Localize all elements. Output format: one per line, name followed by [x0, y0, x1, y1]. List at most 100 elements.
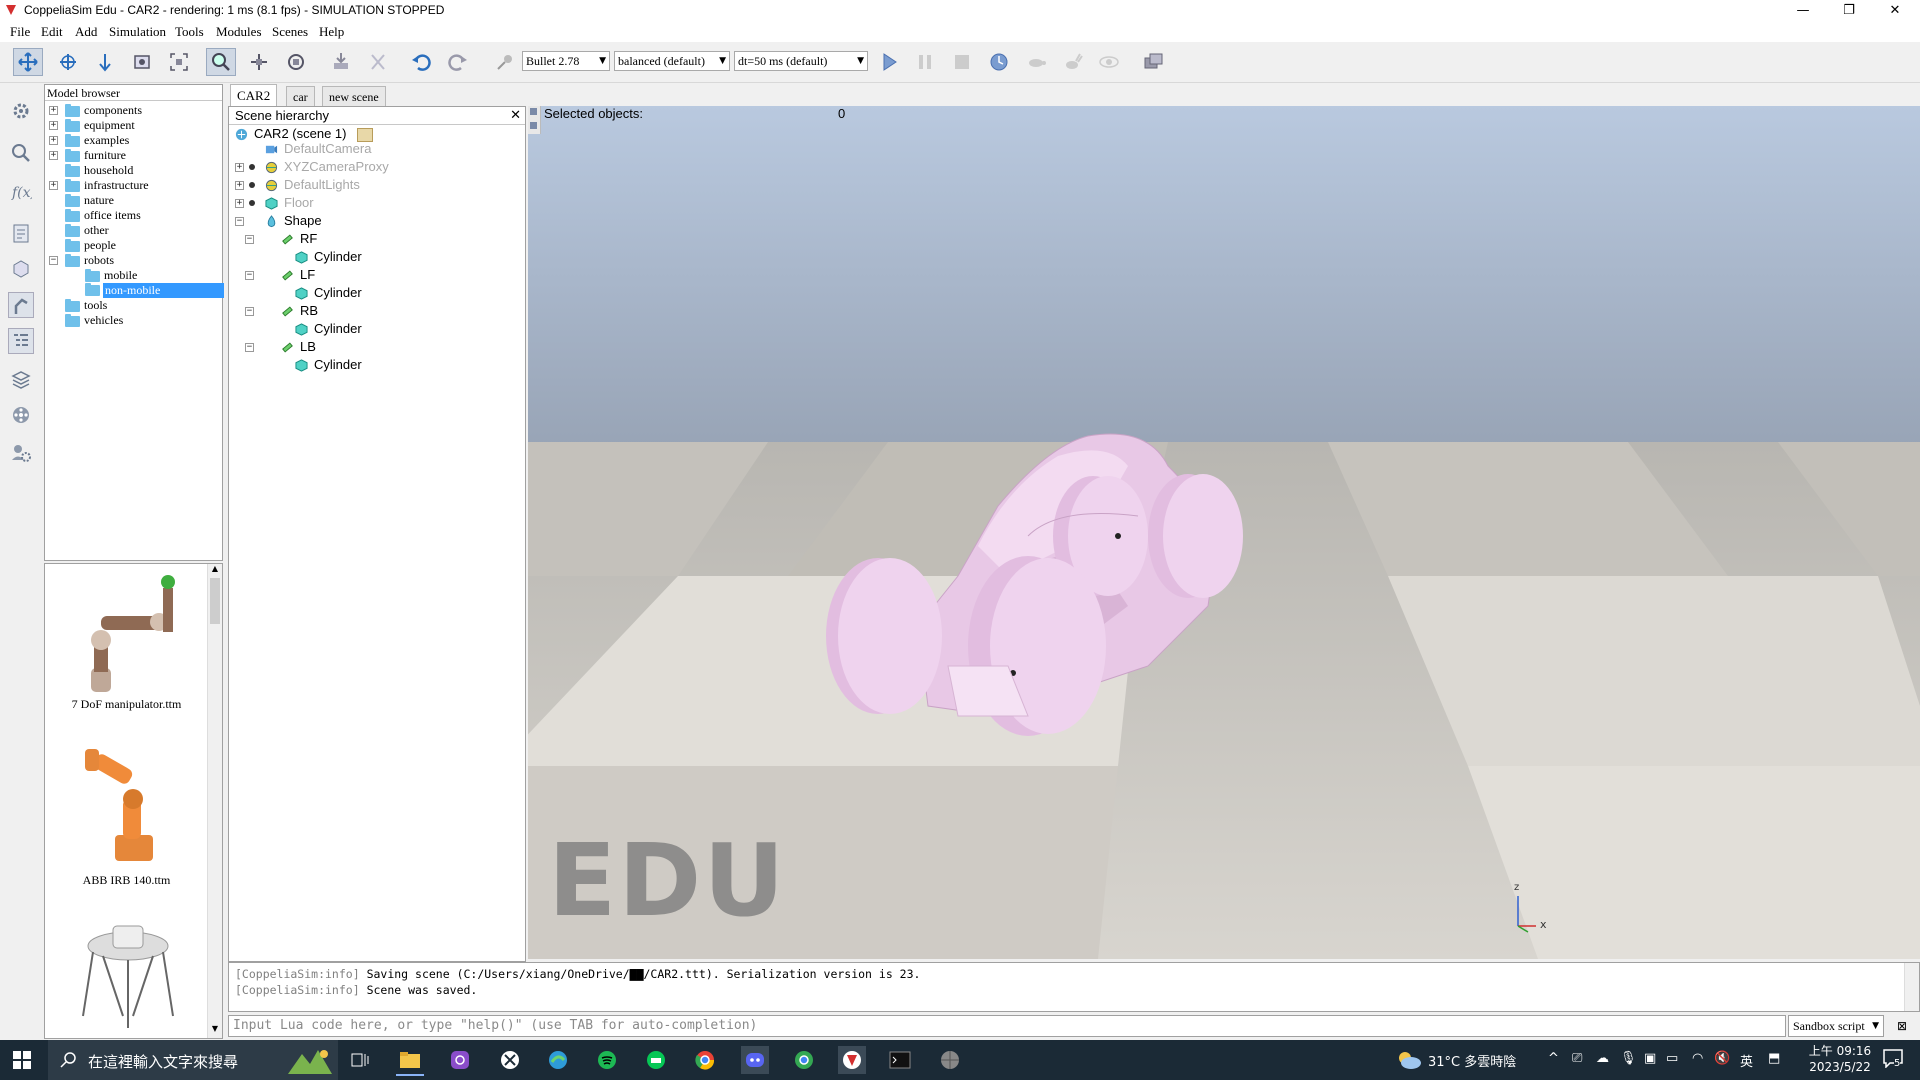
hierarchy-item[interactable]: DefaultCamera	[265, 140, 371, 158]
hierarchy-item[interactable]: LF	[281, 266, 315, 284]
menu-edit[interactable]: Edit	[41, 24, 63, 40]
model-browser-item[interactable]: nature	[65, 193, 114, 208]
model-browser-item[interactable]: components	[65, 103, 142, 118]
camera-pan-button[interactable]	[13, 48, 43, 76]
expand-icon[interactable]: +	[235, 181, 244, 190]
taskbar-search[interactable]: 在這裡輸入文字來搜尋	[48, 1040, 338, 1080]
chevron-up-icon[interactable]: ^	[1548, 1051, 1559, 1066]
hierarchy-item[interactable]: Floor	[265, 194, 314, 212]
model-browser-item[interactable]: robots	[65, 253, 114, 268]
hierarchy-item[interactable]: Cylinder	[295, 356, 362, 374]
chrome-taskbar[interactable]	[691, 1046, 719, 1074]
accuracy-select[interactable]: balanced (default) ▼	[614, 51, 730, 71]
model-browser-item[interactable]: people	[65, 238, 116, 253]
input-method-icon[interactable]: ⬒	[1768, 1051, 1780, 1066]
menu-file[interactable]: File	[10, 24, 30, 40]
minimize-button[interactable]: —	[1780, 0, 1826, 22]
fit-to-view-button[interactable]	[164, 48, 194, 76]
menu-modules[interactable]: Modules	[216, 24, 262, 40]
start-button[interactable]	[8, 1046, 36, 1074]
edge-taskbar[interactable]	[544, 1046, 572, 1074]
menu-help[interactable]: Help	[319, 24, 344, 40]
model-browser-item[interactable]: vehicles	[65, 313, 123, 328]
battery-icon[interactable]: ▭	[1666, 1051, 1678, 1066]
scrollbar-thumb[interactable]	[210, 578, 220, 624]
model-browser-item[interactable]: equipment	[65, 118, 135, 133]
user-settings-button[interactable]	[8, 440, 34, 466]
visibility-dot-icon[interactable]	[249, 182, 255, 188]
expand-icon[interactable]: +	[235, 163, 244, 172]
script-selector[interactable]: Sandbox script ▼	[1788, 1015, 1884, 1037]
restore-button[interactable]: ❐	[1826, 0, 1872, 22]
close-button[interactable]: ✕	[1872, 0, 1918, 22]
line-taskbar[interactable]	[642, 1046, 670, 1074]
microphone-icon[interactable]: 🎙	[1620, 1051, 1637, 1066]
hierarchy-item[interactable]: Cylinder	[295, 248, 362, 266]
redo-button[interactable]	[443, 48, 473, 76]
expand-icon[interactable]: +	[49, 121, 58, 130]
start-simulation-button[interactable]	[874, 48, 904, 76]
layers-button[interactable]	[8, 366, 34, 392]
scene-hierarchy-toggle-button[interactable]	[8, 328, 34, 354]
wifi-icon[interactable]: ◠	[1692, 1051, 1703, 1066]
visualization-toggle-button[interactable]	[1094, 48, 1124, 76]
expand-icon[interactable]: +	[49, 106, 58, 115]
info-expander[interactable]	[528, 106, 541, 134]
object-shift-button[interactable]	[244, 48, 274, 76]
expand-icon[interactable]: +	[49, 136, 58, 145]
chrome-profile-taskbar[interactable]	[790, 1046, 818, 1074]
undo-button[interactable]	[406, 48, 436, 76]
meet-now-icon[interactable]: ⎚	[1572, 1051, 1582, 1066]
camera-angle-button[interactable]	[127, 48, 157, 76]
model-browser-item[interactable]: other	[65, 223, 109, 238]
model-browser-item[interactable]: examples	[65, 133, 129, 148]
ime-indicator[interactable]: 英	[1740, 1051, 1753, 1070]
clock[interactable]: 上午 09:16 2023/5/22	[1800, 1043, 1880, 1075]
collapse-icon[interactable]: −	[245, 235, 254, 244]
video-recorder-button[interactable]	[8, 402, 34, 428]
menu-scenes[interactable]: Scenes	[272, 24, 308, 40]
physics-engine-select[interactable]: Bullet 2.78 ▼	[522, 51, 610, 71]
volume-muted-icon[interactable]: 🔇	[1714, 1051, 1730, 1066]
collapse-icon[interactable]: −	[245, 343, 254, 352]
thumbnail-delta-robot[interactable]	[63, 916, 193, 1038]
collapse-icon[interactable]: −	[245, 271, 254, 280]
display-icon[interactable]: ▣	[1644, 1051, 1656, 1066]
settings-toolbar-button[interactable]	[8, 98, 34, 124]
model-browser-item[interactable]: household	[65, 163, 133, 178]
tab-car[interactable]: car	[286, 86, 315, 106]
scroll-up-icon[interactable]: ▲	[210, 564, 220, 576]
page-selector-button[interactable]	[1138, 48, 1168, 76]
weather-text[interactable]: 31°C 多雲時陰	[1428, 1051, 1516, 1070]
assemble-button[interactable]	[326, 48, 356, 76]
menu-add[interactable]: Add	[75, 24, 97, 40]
hierarchy-item[interactable]: LB	[281, 338, 316, 356]
camera-shift-button[interactable]	[90, 48, 120, 76]
slow-down-button[interactable]	[1021, 48, 1051, 76]
hierarchy-item[interactable]: RF	[281, 230, 317, 248]
tab-new-scene[interactable]: new scene	[322, 86, 386, 106]
close-icon[interactable]: ✕	[510, 107, 521, 125]
expand-icon[interactable]: +	[49, 151, 58, 160]
xbox-taskbar[interactable]	[496, 1046, 524, 1074]
tab-car2[interactable]: CAR2	[230, 84, 278, 106]
lua-command-input[interactable]: Input Lua code here, or type "help()" (u…	[228, 1015, 1786, 1037]
model-browser-item[interactable]: mobile	[85, 268, 137, 283]
thumbnails-scrollbar[interactable]: ▲ ▼	[207, 564, 222, 1038]
model-browser-item[interactable]: office items	[65, 208, 141, 223]
console-close-icon[interactable]: ⊠	[1892, 1015, 1912, 1037]
menu-tools[interactable]: Tools	[175, 24, 204, 40]
console-scrollbar[interactable]	[1904, 963, 1919, 1011]
discord-taskbar[interactable]	[741, 1046, 769, 1074]
scripts-button[interactable]	[8, 220, 34, 246]
shape-edit-button[interactable]	[8, 256, 34, 282]
hierarchy-item[interactable]: Cylinder	[295, 320, 362, 338]
dynamics-toggle-button[interactable]	[490, 48, 520, 76]
hierarchy-item[interactable]: XYZCameraProxy	[265, 158, 389, 176]
model-browser-item[interactable]: tools	[65, 298, 107, 313]
real-time-button[interactable]	[984, 48, 1014, 76]
expand-icon[interactable]: +	[49, 181, 58, 190]
visibility-dot-icon[interactable]	[249, 164, 255, 170]
model-browser-item[interactable]: furniture	[65, 148, 126, 163]
hierarchy-item[interactable]: Cylinder	[295, 284, 362, 302]
